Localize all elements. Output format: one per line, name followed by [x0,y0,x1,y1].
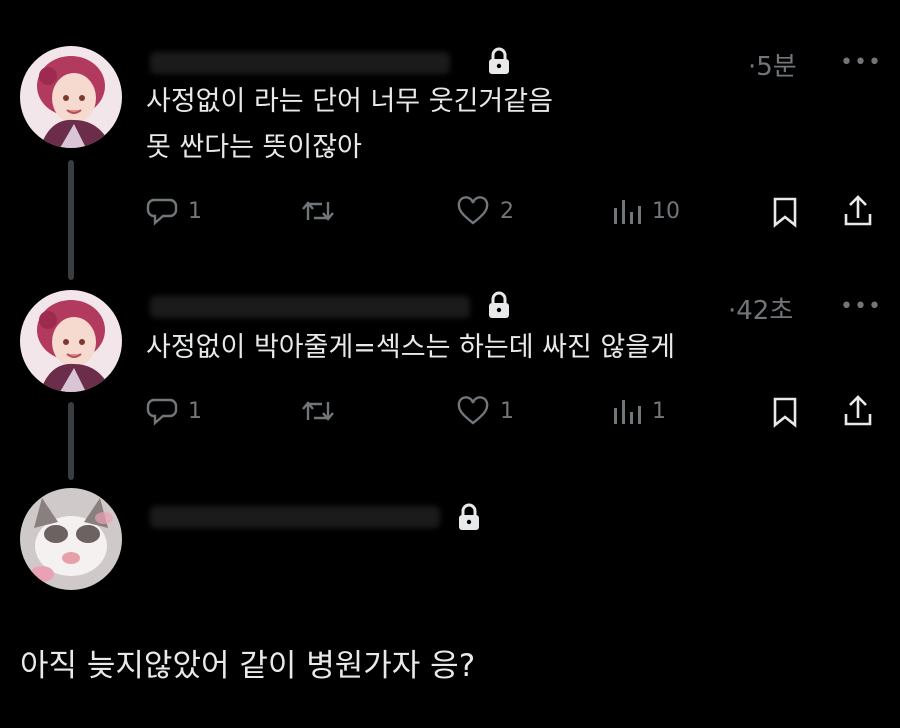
views-count: 10 [652,198,680,224]
lock-icon [456,502,482,532]
lock-icon [486,290,512,320]
reply-icon [146,396,178,426]
tweet-text-line: 못 싼다는 뜻이잖아 [146,132,362,163]
views-count: 1 [652,398,666,424]
share-icon[interactable] [842,394,874,432]
timestamp[interactable]: ·42초 [728,290,793,327]
reply-icon [146,196,178,226]
repost-button[interactable] [300,396,346,426]
tweet-text-line: 사정없이 라는 단어 너무 웃긴거같음 [146,86,553,117]
thread-line [68,160,74,280]
heart-icon [456,196,490,226]
repost-icon [300,196,336,226]
bookmark-icon[interactable] [772,396,798,432]
username-blurred [150,296,470,318]
more-options-button[interactable]: ••• [840,294,882,319]
lock-icon [486,46,512,76]
reply-button[interactable]: 1 [146,396,202,426]
like-count: 1 [500,398,514,424]
avatar[interactable] [20,290,122,392]
reply-count: 1 [188,398,202,424]
repost-button[interactable] [300,196,346,226]
tweet-text-line: 사정없이 박아줄게=섹스는 하는데 싸진 않을게 [146,332,675,363]
views-button[interactable]: 1 [612,396,666,426]
username-blurred [150,506,440,528]
reply-text: 아직 늦지않았어 같이 병원가자 응? [20,648,476,684]
timestamp[interactable]: ·5분 [748,46,797,83]
heart-icon [456,396,490,426]
like-button[interactable]: 2 [456,196,514,226]
views-icon [612,196,642,226]
avatar[interactable] [20,488,122,590]
like-button[interactable]: 1 [456,396,514,426]
bookmark-icon[interactable] [772,196,798,232]
more-options-button[interactable]: ••• [840,50,882,75]
reply-count: 1 [188,198,202,224]
reply-button[interactable]: 1 [146,196,202,226]
views-button[interactable]: 10 [612,196,680,226]
username-blurred [150,52,450,74]
share-icon[interactable] [842,194,874,232]
like-count: 2 [500,198,514,224]
avatar[interactable] [20,46,122,148]
views-icon [612,396,642,426]
repost-icon [300,396,336,426]
thread-line [68,402,74,480]
